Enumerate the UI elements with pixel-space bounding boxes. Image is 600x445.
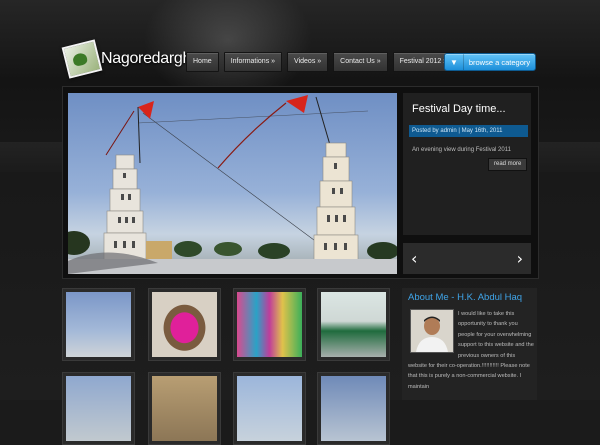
thumbnail-image xyxy=(237,376,302,441)
thumbnail[interactable] xyxy=(148,288,221,361)
slide-info-panel: Festival Day time... Posted by admin | M… xyxy=(403,93,531,235)
prev-arrow-icon[interactable]: ‹ xyxy=(411,250,417,267)
nav-videos[interactable]: Videos » xyxy=(287,52,329,72)
about-title: About Me - H.K. Abdul Haq xyxy=(408,292,523,303)
minaret-photo xyxy=(68,95,397,274)
about-text: I would like to take this opportunity to… xyxy=(408,309,534,392)
browse-category-label: browse a category xyxy=(468,57,531,67)
chevron-down-icon: ▼ xyxy=(445,54,464,70)
thumbnail[interactable] xyxy=(317,372,390,445)
thumbnail-image xyxy=(321,292,386,357)
main-nav: Home Informations » Videos » Contact Us … xyxy=(186,52,455,72)
logo-image xyxy=(61,39,103,79)
thumbnail-image xyxy=(237,292,302,357)
thumbnail[interactable] xyxy=(233,372,306,445)
browse-category-button[interactable]: ▼ browse a category xyxy=(444,53,536,71)
thumbnail-image xyxy=(66,292,131,357)
next-arrow-icon[interactable]: › xyxy=(517,250,523,267)
slide-image[interactable] xyxy=(68,93,397,274)
slide-description: An evening view during Festival 2011 xyxy=(412,147,511,153)
slide-meta: Posted by admin | May 16th, 2011 xyxy=(409,125,528,137)
thumbnail[interactable] xyxy=(233,288,306,361)
thumbnail[interactable] xyxy=(317,288,390,361)
read-more-button[interactable]: read more xyxy=(488,158,528,171)
text-wrap-spacer xyxy=(408,309,458,353)
slider-arrows: ‹ › xyxy=(403,243,531,274)
site-name: Nagoredargha xyxy=(101,50,200,67)
thumbnail-image xyxy=(321,376,386,441)
thumbnail-image xyxy=(152,376,217,441)
thumbnail-image xyxy=(66,376,131,441)
nav-informations[interactable]: Informations » xyxy=(223,52,283,72)
thumbnail[interactable] xyxy=(148,372,221,445)
thumbnail[interactable] xyxy=(62,372,135,445)
nav-contact-us[interactable]: Contact Us » xyxy=(333,52,388,72)
thumbnail-image xyxy=(152,292,217,357)
thumbnail-grid xyxy=(62,288,392,445)
about-widget: About Me - H.K. Abdul Haq I would like t… xyxy=(402,288,537,400)
site-logo[interactable]: Nagoredargha xyxy=(61,39,200,79)
featured-slider: Festival Day time... Posted by admin | M… xyxy=(62,86,539,279)
nav-home[interactable]: Home xyxy=(186,52,219,72)
thumbnail[interactable] xyxy=(62,288,135,361)
slide-title[interactable]: Festival Day time... xyxy=(412,103,506,115)
